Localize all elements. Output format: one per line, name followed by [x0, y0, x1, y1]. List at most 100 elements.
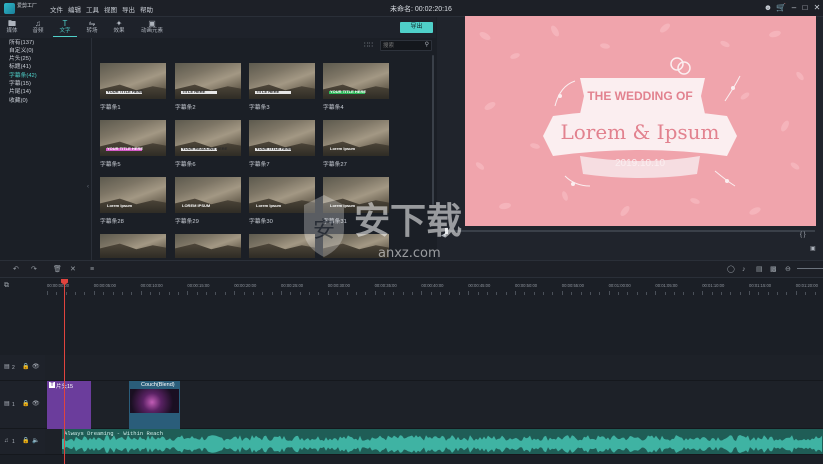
template-thumbnail[interactable]: YOUR TITLE HERE — [100, 63, 166, 99]
track-manager-icon[interactable]: ⧉ — [4, 282, 9, 290]
thumbnail-caption: Lorem Ipsum — [330, 146, 356, 151]
audio-waveform — [62, 435, 822, 453]
cart-icon[interactable]: 🛒 — [776, 3, 786, 13]
collapse-icon[interactable]: ‹ — [87, 184, 89, 190]
text-icon: T — [49, 382, 55, 388]
tab-audio[interactable]: ♫ 音频 — [26, 19, 50, 37]
search-field[interactable]: ⚲ — [380, 40, 432, 51]
speaker-icon[interactable]: 🔈 — [32, 438, 39, 445]
title-clip[interactable]: T 片头15 — [47, 381, 91, 429]
track-header-text: ▤ 2 🔒 👁 — [0, 355, 45, 381]
template-thumbnail[interactable] — [175, 234, 241, 258]
account-icon[interactable]: ☻ — [763, 3, 773, 13]
template-thumbnail[interactable] — [100, 234, 166, 258]
thumbnail-caption: YOUR TITLE HERE — [330, 89, 367, 94]
category-custom[interactable]: 自定义(0) — [9, 48, 33, 55]
menu-file[interactable]: 文件 — [50, 4, 63, 14]
category-opener[interactable]: 片头(25) — [9, 56, 31, 63]
adjust-icon[interactable]: ≡ — [90, 266, 94, 274]
thumbnail-label: 字幕条2 — [175, 105, 196, 111]
template-thumbnail[interactable]: YOUR HEADLINE HERE — [175, 120, 241, 156]
thumbnail-label: 字幕条27 — [323, 162, 347, 168]
maximize-icon[interactable]: □ — [800, 3, 810, 13]
tab-elements[interactable]: ▣ 动画元素 — [137, 19, 167, 37]
lock-icon[interactable]: 🔒 — [22, 401, 29, 408]
playhead[interactable] — [61, 279, 68, 464]
snapshot-icon[interactable]: ▣ — [810, 245, 816, 252]
thumbnail-label: 字幕条7 — [249, 162, 270, 168]
template-thumbnail[interactable]: TITLE HERE — [249, 63, 315, 99]
video-clip-thumbnail — [130, 389, 179, 413]
ruler-timecode: 00:01:00:00 — [608, 283, 631, 288]
menu-help[interactable]: 帮助 — [140, 4, 153, 14]
search-icon[interactable]: ⚲ — [425, 41, 429, 50]
undo-icon[interactable]: ↶ — [13, 266, 19, 274]
menu-edit[interactable]: 编辑 — [68, 4, 81, 14]
tab-effects[interactable]: ✦ 效果 — [107, 19, 131, 37]
lock-icon[interactable]: 🔒 — [22, 364, 29, 371]
template-thumbnail[interactable]: YOUR TITLE HERE — [323, 63, 389, 99]
track-row-2[interactable] — [45, 355, 823, 381]
menu-view[interactable]: 视图 — [104, 4, 117, 14]
library-tab-bar: 🖿 媒体 ♫ 音频 T 文字 ⇋ 转场 ✦ 效果 ▣ 动画元素 — [0, 17, 436, 38]
tab-text[interactable]: T 文字 — [53, 19, 77, 37]
audio-clip[interactable]: Always Dreaming - Within Reach — [62, 429, 823, 454]
track-header-video: ▤ 1 🔒 👁 — [0, 381, 45, 429]
thumbnail-label: 字幕条1 — [100, 105, 121, 111]
template-thumbnail[interactable]: LOREM IPSUM — [175, 177, 241, 213]
category-title[interactable]: 标题(41) — [9, 64, 31, 71]
minimize-icon[interactable]: – — [789, 3, 799, 13]
search-input[interactable] — [383, 41, 423, 50]
logo-mark — [4, 3, 15, 14]
close-icon[interactable]: ✕ — [812, 3, 822, 13]
title-bar: 爱剪工厂 文件 编辑 工具 视图 导出 帮助 未命名: 00:02:20:16 … — [0, 0, 823, 17]
text-icon: T — [62, 19, 68, 28]
template-thumbnail[interactable]: Lorem Ipsum — [323, 120, 389, 156]
menu-tools[interactable]: 工具 — [86, 4, 99, 14]
eye-icon[interactable]: 👁 — [32, 401, 40, 408]
delete-icon[interactable]: 🗑 — [53, 266, 62, 274]
editor-window: 爱剪工厂 文件 编辑 工具 视图 导出 帮助 未命名: 00:02:20:16 … — [0, 0, 823, 464]
folder-icon: 🖿 — [8, 19, 16, 28]
redo-icon[interactable]: ↷ — [31, 266, 37, 274]
shield-icon[interactable]: ◯ — [727, 266, 735, 274]
category-subtitle[interactable]: 字幕(15) — [9, 81, 31, 88]
eye-icon[interactable]: 👁 — [32, 364, 40, 371]
export-button[interactable]: 导出 — [400, 22, 433, 33]
template-thumbnail[interactable]: TITLE HERE — [175, 63, 241, 99]
thumbnail-caption: LOREM IPSUM — [182, 203, 211, 208]
thumbnail-label: 字幕条3 — [249, 105, 270, 111]
lock-icon[interactable]: 🔒 — [22, 438, 29, 445]
video-clip[interactable]: Couch(Blend) — [129, 381, 180, 429]
thumbnail-label: 字幕条4 — [323, 105, 344, 111]
cut-icon[interactable]: ✕ — [70, 266, 76, 274]
watermark-sub: anxz.com — [378, 246, 441, 261]
template-thumbnail[interactable]: YOUR TITLE HERE — [100, 120, 166, 156]
tab-media[interactable]: 🖿 媒体 — [0, 19, 24, 37]
content-scrollbar[interactable] — [432, 55, 434, 205]
category-all[interactable]: 所有(137) — [9, 40, 34, 47]
category-list: 所有(137) 自定义(0) 片头(25) 标题(41) 字幕条(42) 字幕(… — [0, 38, 92, 260]
thumbnail-label: 字幕条29 — [175, 219, 199, 225]
layers-icon[interactable]: ▤ — [756, 266, 763, 274]
category-favorites[interactable]: 收藏(0) — [9, 98, 28, 105]
zoom-out-icon[interactable]: ⊖ — [785, 266, 791, 274]
tab-audio-label: 音频 — [32, 28, 44, 34]
thumbnail-caption: YOUR TITLE HERE — [107, 146, 144, 151]
tab-elements-label: 动画元素 — [140, 28, 163, 34]
zoom-slider[interactable] — [797, 268, 823, 269]
category-lower-third[interactable]: 字幕条(42) — [9, 73, 37, 80]
tab-transitions[interactable]: ⇋ 转场 — [80, 19, 104, 37]
watermark-shield-icon: 安 安下载 anxz.com — [304, 195, 462, 261]
grid-view-icon[interactable]: ∷∷ — [364, 41, 374, 50]
svg-text:安: 安 — [313, 218, 335, 243]
template-thumbnail[interactable]: Lorem Ipsum — [100, 177, 166, 213]
subtitle-icon[interactable]: ▩ — [770, 266, 777, 274]
template-thumbnail[interactable]: YOUR TITLE HERE — [249, 120, 315, 156]
menu-export[interactable]: 导出 — [122, 4, 135, 14]
category-ending[interactable]: 片尾(14) — [9, 89, 31, 96]
fit-brackets-icon[interactable]: { } — [800, 232, 806, 238]
mic-icon[interactable]: ♪ — [742, 266, 746, 274]
track-header-audio: ♫ 1 🔒 🔈 — [0, 429, 45, 455]
ruler-timecode: 00:00:55:00 — [561, 283, 584, 288]
